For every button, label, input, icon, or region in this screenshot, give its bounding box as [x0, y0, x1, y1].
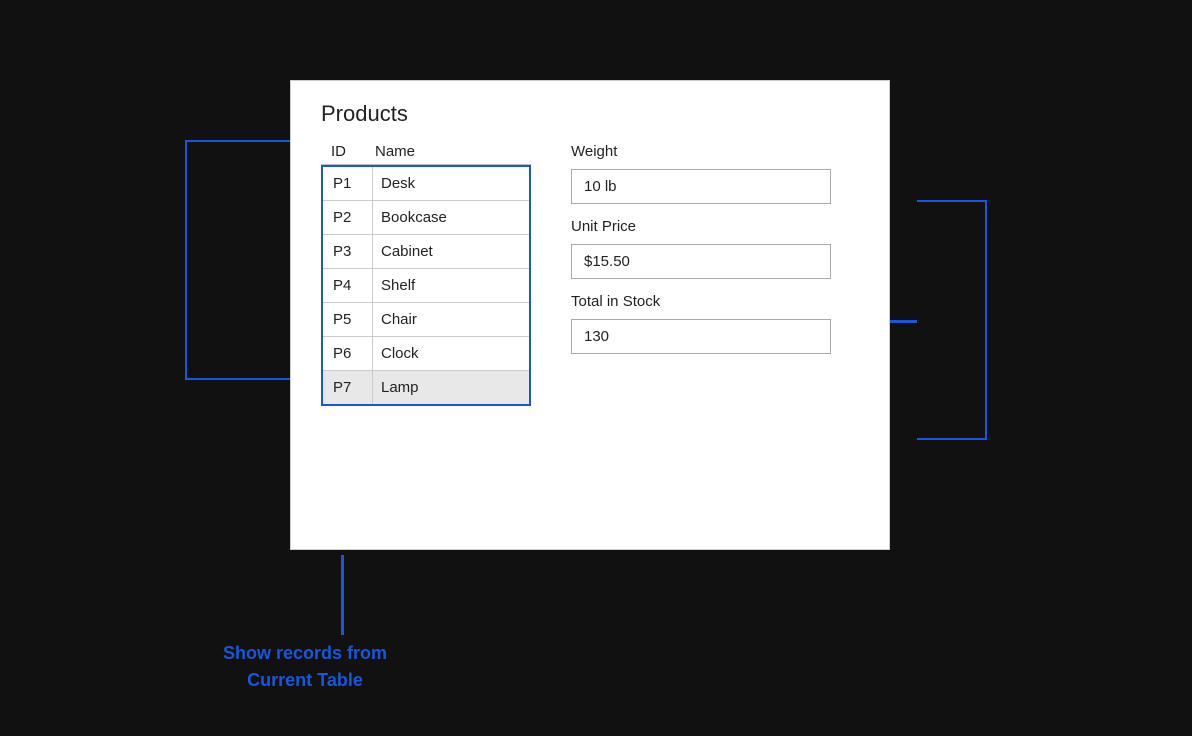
right-bracket — [917, 200, 987, 440]
table-row[interactable]: P7Lamp — [323, 371, 529, 404]
cell-id: P2 — [323, 201, 373, 234]
weight-label: Weight — [571, 143, 831, 160]
total-stock-label: Total in Stock — [571, 293, 831, 310]
table-row[interactable]: P4Shelf — [323, 269, 529, 303]
total-stock-value: 130 — [571, 319, 831, 354]
table-row[interactable]: P2Bookcase — [323, 201, 529, 235]
table-row[interactable]: P5Chair — [323, 303, 529, 337]
show-records-line1: Show records from Current Table — [170, 640, 440, 694]
weight-value: 10 lb — [571, 169, 831, 204]
table-row[interactable]: P3Cabinet — [323, 235, 529, 269]
bottom-connector — [341, 555, 344, 635]
left-bracket — [185, 140, 295, 380]
table-row[interactable]: P6Clock — [323, 337, 529, 371]
products-card: Products ID Name P1DeskP2BookcaseP3Cabin… — [290, 80, 890, 550]
cell-id: P5 — [323, 303, 373, 336]
unit-price-label: Unit Price — [571, 218, 831, 235]
products-table: ID Name P1DeskP2BookcaseP3CabinetP4Shelf… — [321, 139, 531, 406]
cell-id: P4 — [323, 269, 373, 302]
cell-id: P1 — [323, 167, 373, 200]
cell-id: P7 — [323, 371, 373, 404]
cell-name: Desk — [373, 167, 503, 200]
unit-price-value: $15.50 — [571, 244, 831, 279]
cell-name: Chair — [373, 303, 503, 336]
col-header-name: Name — [371, 143, 415, 160]
col-header-id: ID — [321, 143, 371, 160]
cell-id: P6 — [323, 337, 373, 370]
cell-name: Shelf — [373, 269, 503, 302]
cell-name: Lamp — [373, 371, 503, 404]
table-section: ID Name P1DeskP2BookcaseP3CabinetP4Shelf… — [321, 139, 859, 406]
show-records-section: Show records from Current Table — [170, 640, 440, 694]
table-body: P1DeskP2BookcaseP3CabinetP4ShelfP5ChairP… — [321, 165, 531, 406]
cell-id: P3 — [323, 235, 373, 268]
cell-name: Cabinet — [373, 235, 503, 268]
detail-section: Weight 10 lb Unit Price $15.50 Total in … — [571, 139, 831, 354]
table-row[interactable]: P1Desk — [323, 167, 529, 201]
cell-name: Bookcase — [373, 201, 503, 234]
cell-name: Clock — [373, 337, 503, 370]
column-headers: ID Name — [321, 139, 531, 165]
canvas: Products ID Name P1DeskP2BookcaseP3Cabin… — [0, 0, 1192, 736]
card-title: Products — [321, 101, 859, 127]
